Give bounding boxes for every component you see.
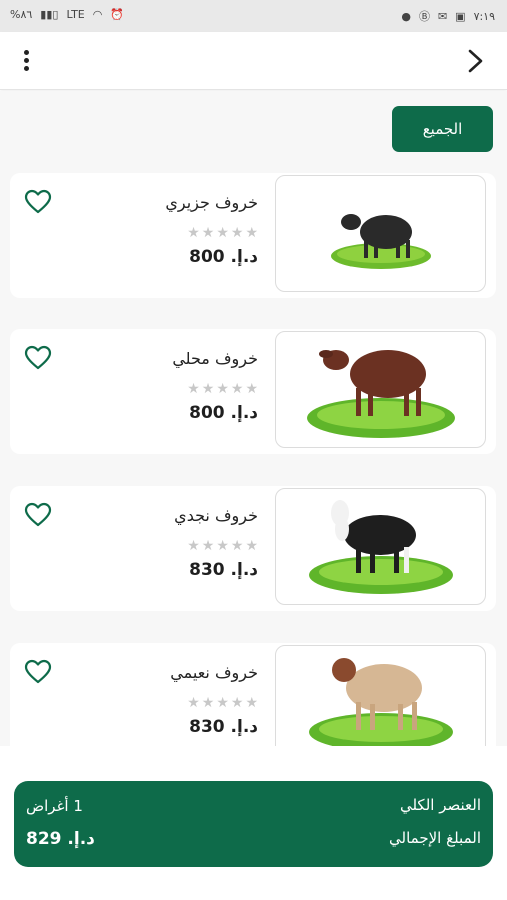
product-price: د.إ. 800 xyxy=(189,403,258,423)
product-card[interactable]: خروف جزيري ★★★★★ د.إ. 800 xyxy=(10,173,496,298)
product-image xyxy=(275,645,486,746)
cart-summary[interactable]: العنصر الكلي 1 أغراض المبلغ الإجمالي د.إ… xyxy=(14,781,493,867)
mail-icon: ✉ xyxy=(437,9,448,23)
status-bar: %٨٦ ▮▮▯ LTE ◠ ⏰ ● Ⓑ ✉ ▣ ٧:١٩ xyxy=(0,0,507,32)
product-name: خروف نعيمي xyxy=(170,663,258,682)
b-app-icon: Ⓑ xyxy=(418,10,430,23)
sheep-image xyxy=(309,658,453,746)
filter-all-button[interactable]: الجميع xyxy=(392,106,493,152)
product-card[interactable]: خروف محلي ★★★★★ د.إ. 800 xyxy=(10,329,496,454)
rating-stars: ★★★★★ xyxy=(187,695,260,711)
total-amount-label: المبلغ الإجمالي xyxy=(389,829,481,847)
battery-text: %٨٦ xyxy=(10,8,33,21)
heart-icon[interactable] xyxy=(24,345,52,371)
product-image xyxy=(275,175,486,292)
rating-stars: ★★★★★ xyxy=(187,225,260,241)
product-name: خروف جزيري xyxy=(165,193,258,212)
heart-icon[interactable] xyxy=(24,189,52,215)
chevron-right-icon[interactable] xyxy=(465,48,485,74)
clock-time: ٧:١٩ xyxy=(473,9,495,23)
product-price: د.إ. 830 xyxy=(189,560,258,580)
product-list-area: الجميع خروف جزيري ★★★★★ د.إ. 800 خروف مح… xyxy=(0,91,507,746)
app-bar xyxy=(0,32,507,90)
status-right: ● Ⓑ ✉ ▣ ٧:١٩ xyxy=(401,8,495,24)
total-items-value: 1 أغراض xyxy=(26,797,83,815)
alarm-icon: ⏰ xyxy=(110,8,125,21)
rating-stars: ★★★★★ xyxy=(187,538,260,554)
heart-icon[interactable] xyxy=(24,659,52,685)
total-items-label: العنصر الكلي xyxy=(399,796,481,814)
more-options-icon[interactable] xyxy=(18,50,34,74)
product-price: د.إ. 800 xyxy=(189,247,258,267)
notification-dot-icon: ● xyxy=(401,9,411,23)
total-amount-value: د.إ. 829 xyxy=(26,829,95,849)
product-image xyxy=(275,331,486,448)
wifi-icon: ◠ xyxy=(92,8,103,21)
product-image xyxy=(275,488,486,605)
network-type: LTE xyxy=(66,8,85,21)
product-card[interactable]: خروف نعيمي ★★★★★ د.إ. 830 xyxy=(10,643,496,746)
gallery-icon: ▣ xyxy=(455,9,466,23)
sheep-image xyxy=(307,350,455,438)
product-price: د.إ. 830 xyxy=(189,717,258,737)
signal-icon: ▮▮▯ xyxy=(40,8,59,21)
rating-stars: ★★★★★ xyxy=(187,381,260,397)
product-name: خروف نجدي xyxy=(174,506,258,525)
product-card[interactable]: خروف نجدي ★★★★★ د.إ. 830 xyxy=(10,486,496,611)
sheep-image xyxy=(331,214,431,269)
status-left: %٨٦ ▮▮▯ LTE ◠ ⏰ xyxy=(10,8,124,21)
heart-icon[interactable] xyxy=(24,502,52,528)
sheep-image xyxy=(309,500,453,594)
product-name: خروف محلي xyxy=(172,349,258,368)
